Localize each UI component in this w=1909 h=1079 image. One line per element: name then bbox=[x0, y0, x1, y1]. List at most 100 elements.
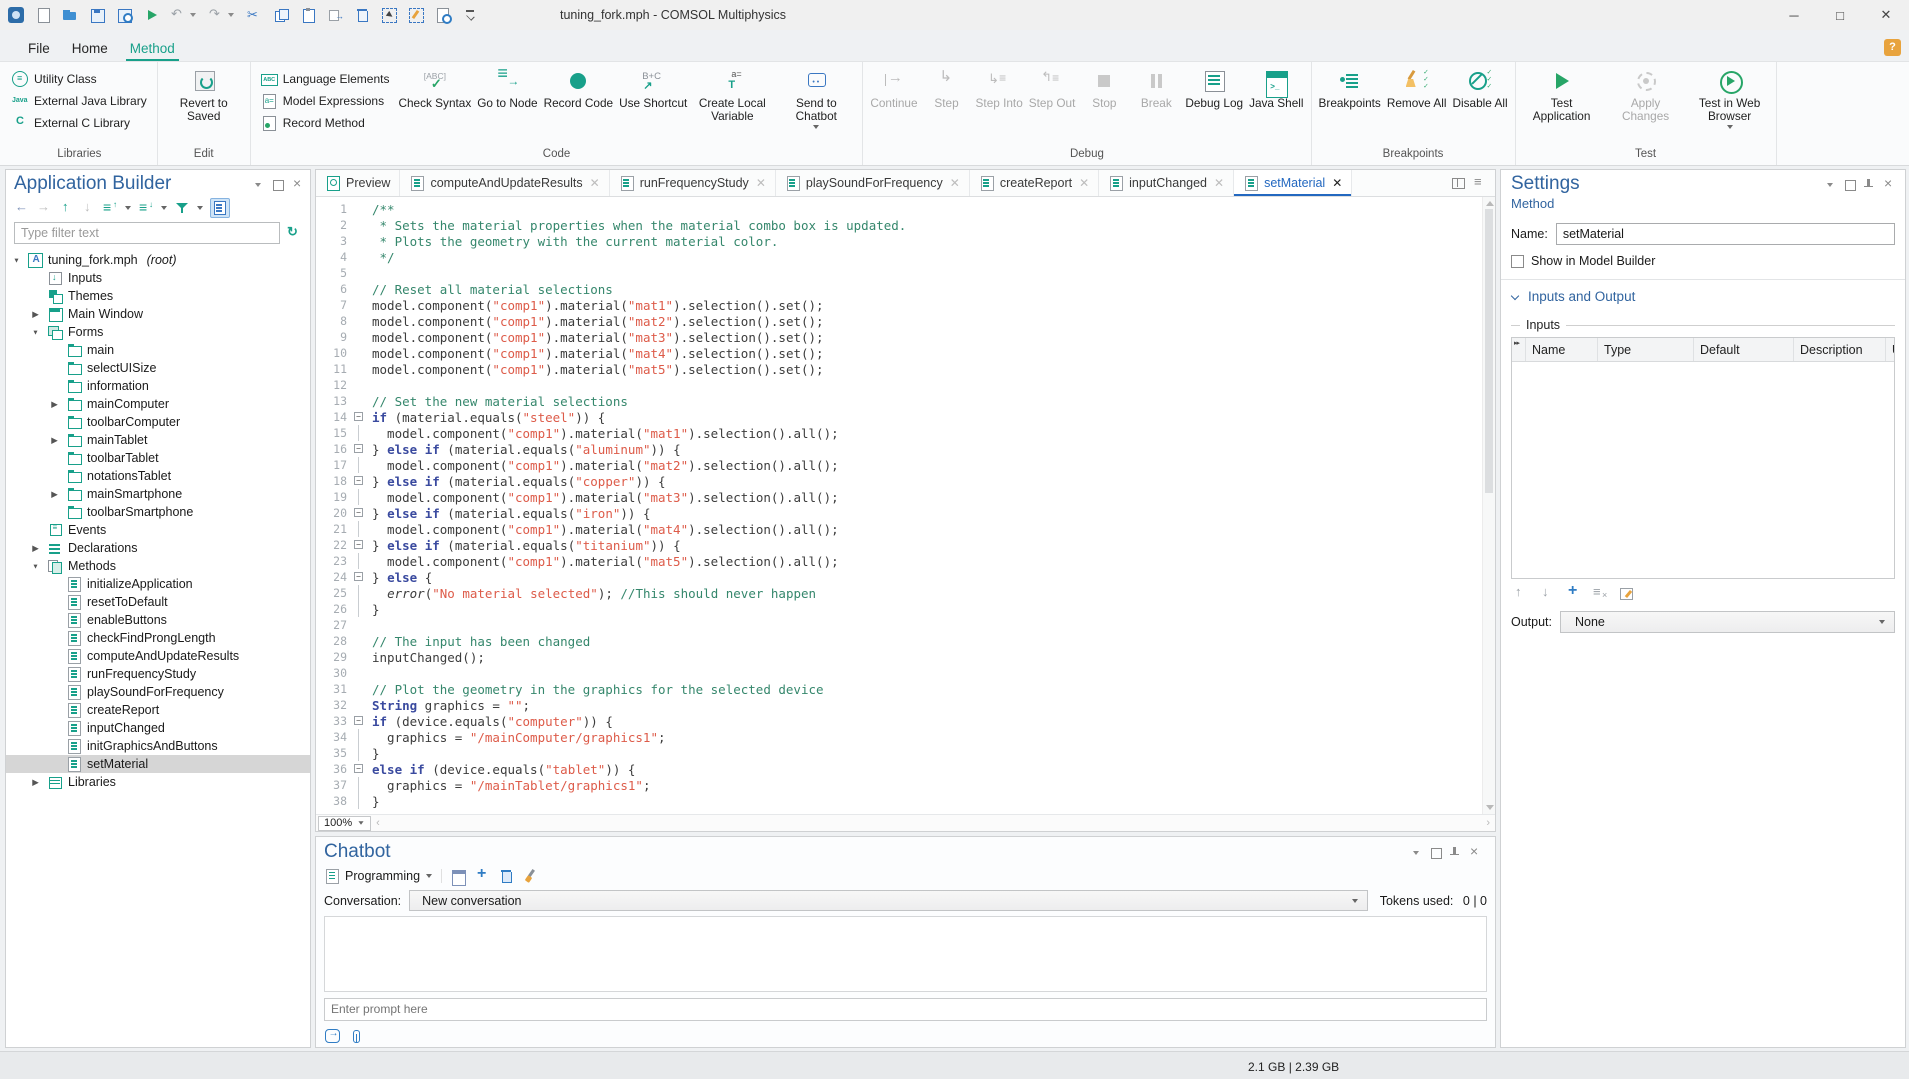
attach-file-icon[interactable] bbox=[348, 1028, 364, 1044]
tree-item-main-window[interactable]: ▶Main Window bbox=[6, 305, 310, 323]
send-to-chatbot-button[interactable]: Send to Chatbot bbox=[777, 67, 855, 130]
open-file-icon[interactable] bbox=[62, 7, 78, 23]
tree-item-createreport[interactable]: createReport bbox=[6, 701, 310, 719]
run-app-icon[interactable] bbox=[143, 7, 159, 23]
move-row-down-icon[interactable] bbox=[1538, 585, 1554, 601]
tree-item-forms[interactable]: ▼Forms bbox=[6, 323, 310, 341]
nav-back-icon[interactable] bbox=[14, 200, 30, 216]
tree-item-maincomputer[interactable]: ▶mainComputer bbox=[6, 395, 310, 413]
tree-item-tuning-fork-mph[interactable]: ▼tuning_fork.mph(root) bbox=[6, 251, 310, 269]
filter-funnel-chevron-icon[interactable] bbox=[196, 205, 204, 211]
tab-close-icon[interactable]: ✕ bbox=[756, 176, 766, 190]
column-header-default[interactable]: Default bbox=[1694, 338, 1794, 361]
external-java-library-button[interactable]: External Java Library bbox=[9, 92, 150, 110]
filter-funnel-icon[interactable] bbox=[174, 200, 190, 216]
tree-item-toolbarcomputer[interactable]: toolbarComputer bbox=[6, 413, 310, 431]
tab-preview[interactable]: Preview bbox=[316, 170, 400, 196]
tree-item-enablebuttons[interactable]: enableButtons bbox=[6, 611, 310, 629]
tree-item-notationstablet[interactable]: notationsTablet bbox=[6, 467, 310, 485]
conversation-select[interactable]: New conversation bbox=[409, 890, 1368, 911]
model-expressions-button[interactable]: Model Expressions bbox=[258, 92, 393, 110]
tree-item-methods[interactable]: ▼Methods bbox=[6, 557, 310, 575]
copy-icon[interactable] bbox=[273, 7, 289, 23]
paste-icon[interactable] bbox=[300, 7, 316, 23]
save-icon[interactable] bbox=[89, 7, 105, 23]
redo-dropdown-icon[interactable] bbox=[228, 13, 235, 18]
expanded-chevron-icon[interactable]: ▼ bbox=[11, 256, 21, 264]
menu-item-file[interactable]: File bbox=[24, 35, 54, 61]
minimize-button[interactable]: ─ bbox=[1771, 0, 1817, 30]
column-header-description[interactable]: Description bbox=[1794, 338, 1886, 361]
refresh-icon[interactable] bbox=[286, 225, 302, 241]
new-file-icon[interactable] bbox=[35, 7, 51, 23]
tree-item-checkfindpronglength[interactable]: checkFindProngLength bbox=[6, 629, 310, 647]
java-shell-button[interactable]: Java Shell bbox=[1249, 67, 1303, 110]
breakpoints-button[interactable]: Breakpoints bbox=[1319, 67, 1381, 110]
expanded-chevron-icon[interactable]: ▼ bbox=[30, 328, 40, 336]
tab-close-icon[interactable]: ✕ bbox=[1214, 176, 1224, 190]
tab-inputchanged[interactable]: inputChanged✕ bbox=[1099, 170, 1234, 196]
fold-icon[interactable]: − bbox=[354, 444, 363, 453]
tree-item-libraries[interactable]: ▶Libraries bbox=[6, 773, 310, 791]
chatbot-close-icon[interactable] bbox=[1466, 845, 1481, 860]
expand-levels-chevron-icon[interactable] bbox=[124, 205, 132, 211]
delete-row-icon[interactable] bbox=[1592, 585, 1608, 601]
editor-menu-icon[interactable] bbox=[1472, 175, 1488, 191]
chatbot-mode-select[interactable]: Programming bbox=[324, 868, 433, 884]
tree-item-initializeapplication[interactable]: initializeApplication bbox=[6, 575, 310, 593]
tab-runfrequencystudy[interactable]: runFrequencyStudy✕ bbox=[610, 170, 776, 196]
go-to-node-button[interactable]: Go to Node bbox=[477, 67, 537, 110]
inputs-table[interactable]: ▸▸NameTypeDefaultDescriptionUnit bbox=[1511, 337, 1895, 579]
fold-icon[interactable]: − bbox=[354, 508, 363, 517]
find-doc-icon[interactable] bbox=[435, 7, 451, 23]
split-view-icon[interactable] bbox=[1451, 176, 1465, 190]
output-select[interactable]: None bbox=[1560, 611, 1895, 633]
show-settings-toggle[interactable] bbox=[210, 198, 230, 218]
settings-close-icon[interactable] bbox=[1880, 177, 1895, 192]
tree-item-maintablet[interactable]: ▶mainTablet bbox=[6, 431, 310, 449]
settings-menu-icon[interactable] bbox=[1823, 177, 1838, 192]
name-input[interactable] bbox=[1556, 223, 1895, 245]
menu-item-method[interactable]: Method bbox=[126, 35, 179, 61]
column-header-type[interactable]: Type bbox=[1598, 338, 1694, 361]
collapse-levels-chevron-icon[interactable] bbox=[160, 205, 168, 211]
edit-table-icon[interactable] bbox=[1619, 585, 1635, 601]
help-icon[interactable]: ? bbox=[1884, 39, 1901, 56]
new-conversation-icon[interactable] bbox=[474, 868, 490, 884]
close-button[interactable]: ✕ bbox=[1863, 0, 1909, 30]
fold-icon[interactable]: − bbox=[354, 412, 363, 421]
hscroll-right-icon[interactable]: › bbox=[1481, 817, 1495, 829]
save-find-icon[interactable] bbox=[116, 7, 132, 23]
tab-close-icon[interactable]: ✕ bbox=[1332, 176, 1342, 190]
record-code-button[interactable]: Record Code bbox=[544, 67, 614, 110]
tree-item-mainsmartphone[interactable]: ▶mainSmartphone bbox=[6, 485, 310, 503]
tree-item-inputs[interactable]: Inputs bbox=[6, 269, 310, 287]
tree-item-inputchanged[interactable]: inputChanged bbox=[6, 719, 310, 737]
fold-icon[interactable]: − bbox=[354, 764, 363, 773]
ribbon-collapse-icon[interactable] bbox=[462, 7, 478, 23]
settings-float-icon[interactable] bbox=[1842, 177, 1857, 192]
test-in-web-browser-button[interactable]: Test in Web Browser bbox=[1691, 67, 1769, 130]
menu-item-home[interactable]: Home bbox=[68, 35, 112, 61]
collapsed-chevron-icon[interactable]: ▶ bbox=[48, 489, 61, 500]
move-down-icon[interactable] bbox=[80, 200, 96, 216]
vertical-scrollbar[interactable] bbox=[1482, 197, 1495, 814]
duplicate-icon[interactable] bbox=[327, 7, 343, 23]
scroll-down-icon[interactable] bbox=[1486, 805, 1494, 810]
undo-icon[interactable] bbox=[170, 7, 186, 23]
chatbot-menu-icon[interactable] bbox=[1409, 845, 1424, 860]
disable-all-button[interactable]: ✓ ✓ ✓Disable All bbox=[1452, 67, 1507, 110]
tab-setmaterial[interactable]: setMaterial✕ bbox=[1234, 170, 1352, 196]
expanded-chevron-icon[interactable]: ▼ bbox=[30, 562, 40, 570]
column-header-name[interactable]: Name bbox=[1526, 338, 1598, 361]
scrollbar-thumb[interactable] bbox=[1485, 209, 1493, 493]
tab-computeandupdateresults[interactable]: computeAndUpdateResults✕ bbox=[400, 170, 609, 196]
fold-icon[interactable]: − bbox=[354, 540, 363, 549]
scroll-up-icon[interactable] bbox=[1486, 201, 1494, 206]
send-prompt-icon[interactable] bbox=[324, 1028, 340, 1044]
tree-item-information[interactable]: information bbox=[6, 377, 310, 395]
tree-item-computeandupdateresults[interactable]: computeAndUpdateResults bbox=[6, 647, 310, 665]
collapse-levels-icon[interactable] bbox=[138, 200, 154, 216]
tree-item-declarations[interactable]: ▶Declarations bbox=[6, 539, 310, 557]
show-in-model-builder-checkbox[interactable] bbox=[1511, 255, 1524, 268]
